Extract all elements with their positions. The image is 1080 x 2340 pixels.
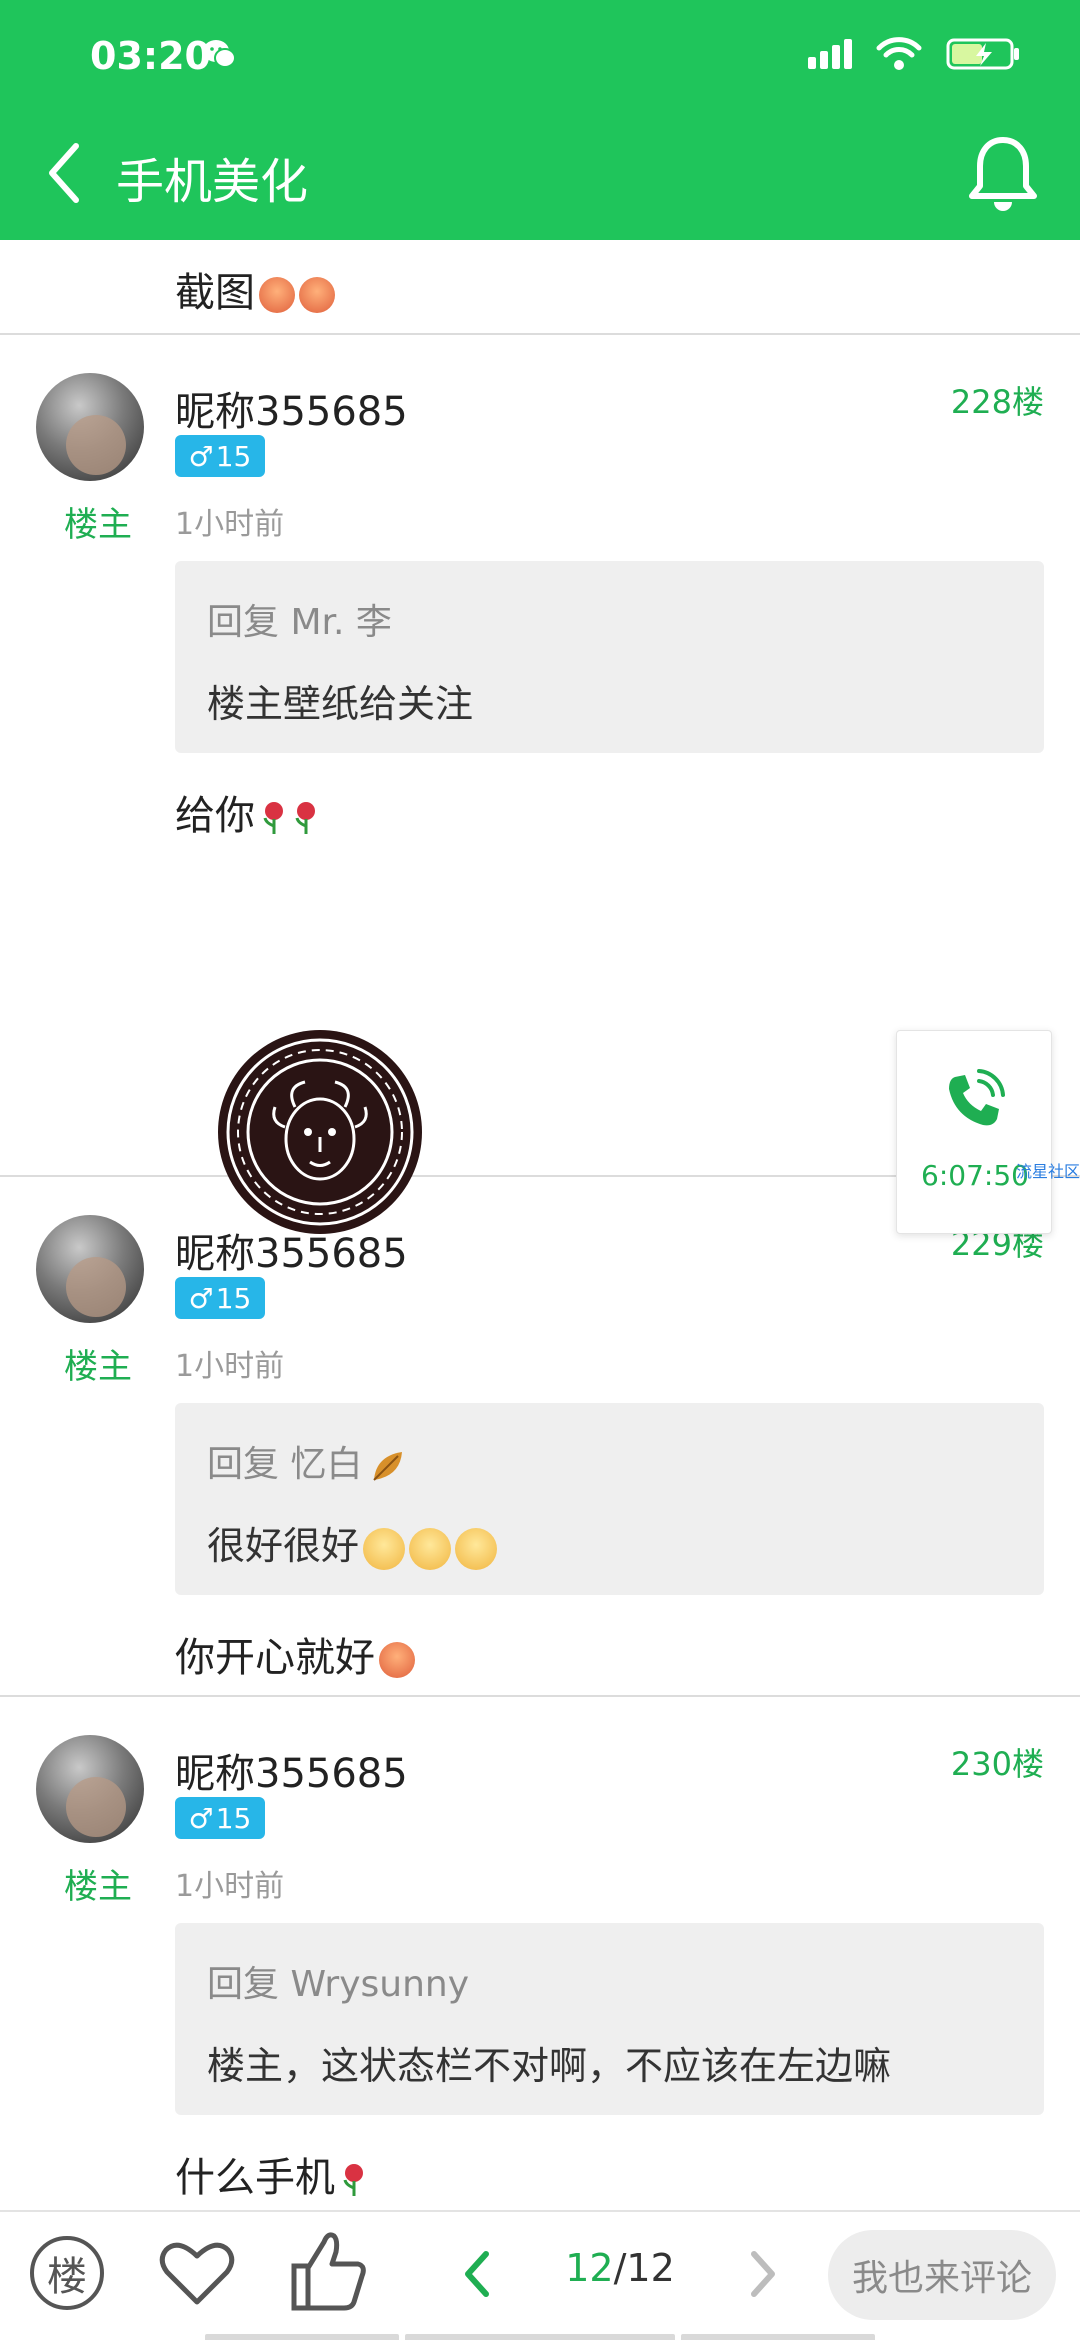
avatar[interactable] [36, 1735, 144, 1843]
male-icon: ♂ [188, 1801, 214, 1835]
blush-emoji-icon [299, 277, 335, 313]
status-icons [808, 36, 1020, 72]
rose-emoji-icon [263, 802, 283, 834]
list-item[interactable]: 楼主 昵称355685 230楼 ♂ 15 1小时前 回复 Wrysunny 楼主… [0, 1699, 1080, 2210]
floor-number: 230楼 [950, 1745, 1044, 1783]
battery-charging-icon [946, 38, 1019, 70]
post-time: 1小时前 [175, 507, 285, 542]
status-bar: 03:20 [0, 0, 1080, 120]
quote-header: 回复 Wrysunny [207, 1964, 470, 2005]
nickname[interactable]: 昵称355685 [175, 1741, 408, 1799]
bottom-toolbar: 楼 12/12 我也来评论 [0, 2210, 1080, 2340]
page-indicator: 12/12 [565, 2246, 675, 2290]
gender-level-badge: ♂ 15 [175, 435, 265, 477]
header: 03:20 手机美化 [0, 0, 1080, 240]
floor-jump-button[interactable]: 楼 [30, 2236, 104, 2310]
next-page-icon[interactable] [746, 2248, 780, 2300]
scroll-indicator [681, 2334, 875, 2340]
post-time: 1小时前 [175, 1869, 285, 1904]
nickname[interactable]: 昵称355685 [175, 1221, 408, 1279]
signal-icon [808, 39, 852, 69]
quoted-reply: 回复 Mr. 李 楼主壁纸给关注 [175, 561, 1044, 753]
community-tag: 流星社区 [1016, 1162, 1080, 1181]
quoted-reply: 回复 Wrysunny 楼主，这状态栏不对啊，不应该在左边嘛 [175, 1923, 1044, 2115]
nickname[interactable]: 昵称355685 [175, 379, 408, 437]
blush-emoji-icon [379, 1642, 415, 1678]
app-root: 03:20 手机美化 截图 楼主 昵称355685 228楼 ♂ 15 1小时前… [0, 0, 1080, 2340]
owner-tag: 楼主 [64, 1347, 132, 1387]
smile-emoji-icon [409, 1527, 452, 1570]
phone-call-icon [949, 1069, 1005, 1126]
call-timer-widget[interactable]: 6:07:50 [896, 1030, 1052, 1234]
comment-button[interactable]: 我也来评论 [828, 2230, 1056, 2320]
top-nav: 手机美化 [0, 120, 1080, 240]
quote-body: 楼主壁纸给关注 [207, 682, 474, 726]
quoted-reply: 回复 忆白 很好很好 [175, 1403, 1044, 1595]
scroll-indicator [405, 2334, 675, 2340]
quote-header: 回复 Mr. 李 [207, 602, 392, 643]
owner-tag: 楼主 [64, 1867, 132, 1907]
wechat-icon [203, 40, 236, 68]
quote-header: 回复 忆白 [207, 1435, 408, 1487]
list-item: 截图 [0, 240, 1080, 335]
smile-emoji-icon [455, 1527, 498, 1570]
reply-text: 你开心就好 [175, 1625, 415, 1683]
bell-icon[interactable] [966, 134, 1040, 212]
thumbs-up-icon[interactable] [290, 2230, 368, 2312]
page-title: 手机美化 [116, 154, 309, 210]
post-time: 1小时前 [175, 1349, 285, 1384]
status-time: 03:20 [90, 34, 211, 78]
male-icon: ♂ [188, 1281, 214, 1315]
leaf-emoji-icon [373, 1452, 403, 1481]
wifi-icon [876, 37, 922, 70]
quote-body: 楼主，这状态栏不对啊，不应该在左边嘛 [207, 2044, 892, 2088]
gender-level-badge: ♂ 15 [175, 1277, 265, 1319]
owner-tag: 楼主 [64, 505, 132, 545]
scroll-indicator [205, 2334, 399, 2340]
blush-emoji-icon [259, 277, 295, 313]
heart-icon[interactable] [158, 2238, 236, 2308]
male-icon: ♂ [188, 439, 214, 473]
reply-text: 给你 [175, 783, 319, 841]
avatar[interactable] [36, 373, 144, 481]
floor-number: 228楼 [950, 383, 1044, 421]
rose-emoji-icon [343, 2164, 363, 2196]
previous-page-icon[interactable] [460, 2248, 494, 2300]
back-arrow-icon[interactable] [40, 138, 90, 208]
gender-level-badge: ♂ 15 [175, 1797, 265, 1839]
quote-body: 很好很好 [207, 1515, 498, 1570]
post-text: 截图 [175, 260, 335, 318]
reply-text: 什么手机 [175, 2145, 367, 2203]
list-item[interactable]: 楼主 昵称355685 229楼 ♂ 15 1小时前 回复 忆白 很好很好 你开心… [0, 1179, 1080, 1697]
avatar[interactable] [36, 1215, 144, 1323]
rose-emoji-icon [295, 802, 315, 834]
smile-emoji-icon [363, 1527, 406, 1570]
